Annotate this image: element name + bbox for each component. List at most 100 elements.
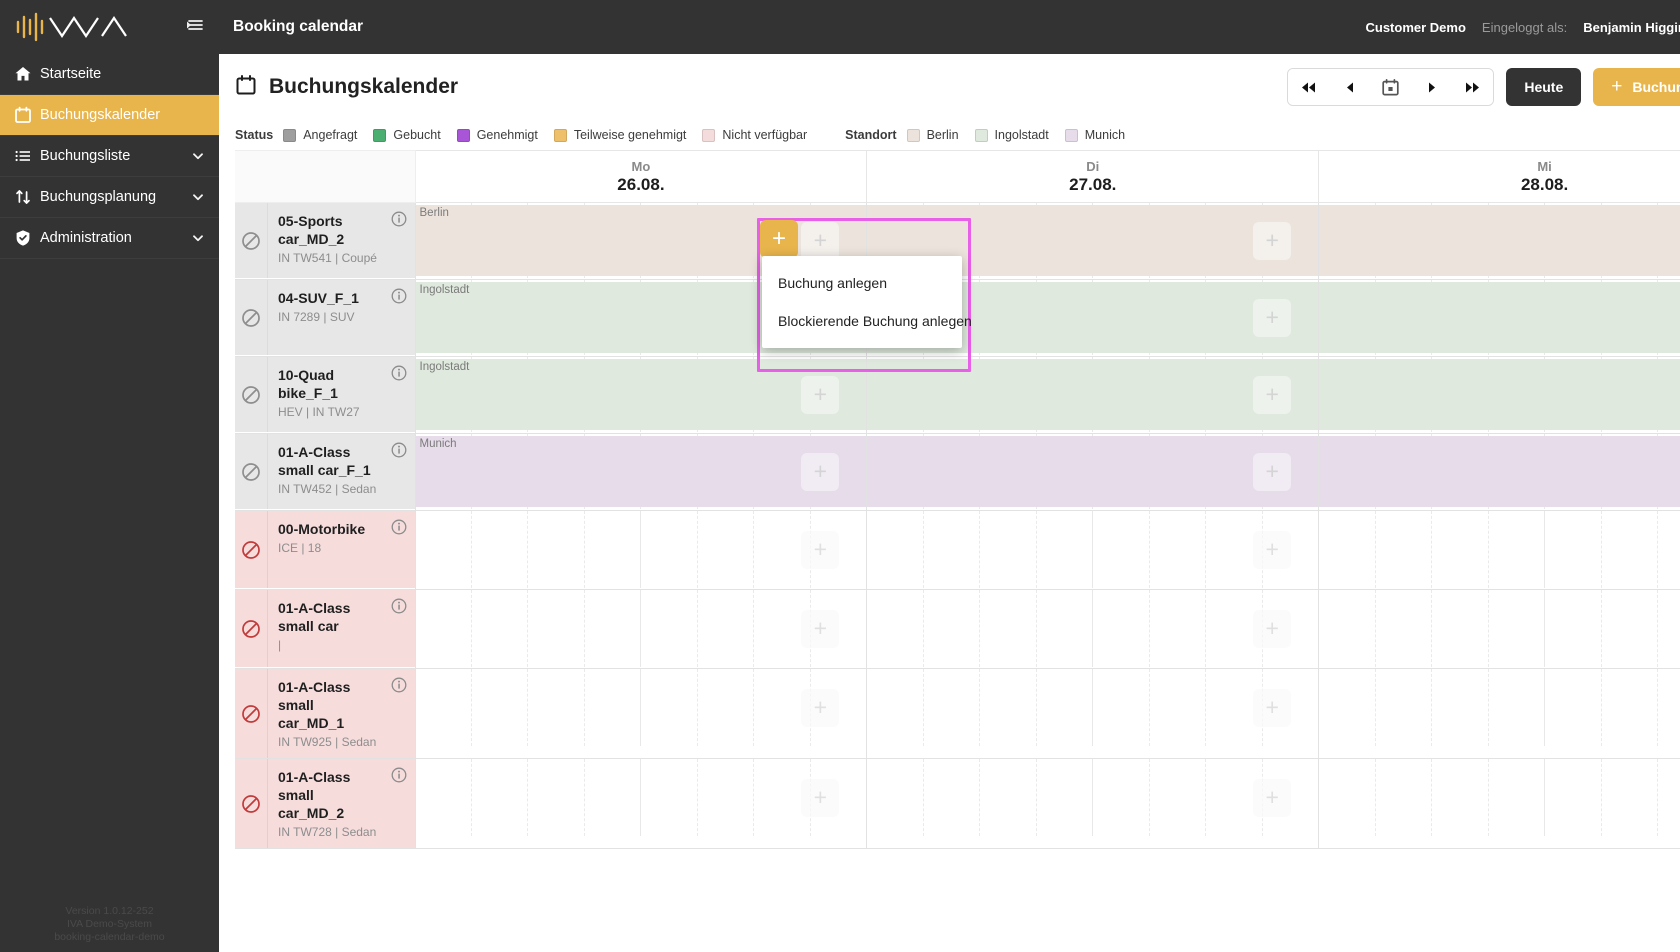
add-booking-cell-button[interactable]: + — [1253, 609, 1292, 648]
calendar-day-cell[interactable]: + — [866, 668, 1320, 759]
info-icon[interactable] — [391, 365, 407, 386]
calendar-day-cell[interactable]: + — [1318, 589, 1680, 669]
legend-status-teilweise-genehmigt[interactable]: Teilweise genehmigt — [553, 128, 686, 142]
sidebar-item-startseite[interactable]: Startseite — [0, 54, 219, 94]
location-label: Ingolstadt — [419, 361, 470, 373]
legend-status-nicht-verf-gbar[interactable]: Nicht verfügbar — [702, 128, 807, 142]
add-booking-cell-button[interactable]: + — [1253, 530, 1292, 569]
plus-icon: + — [771, 225, 786, 252]
calendar-day-cell[interactable]: + — [1318, 433, 1680, 511]
date-picker-button[interactable] — [1370, 69, 1412, 105]
add-booking-cell-button[interactable]: + — [801, 221, 840, 260]
legend-label: Munich — [1084, 128, 1126, 142]
calendar-day-cell[interactable]: + — [1318, 668, 1680, 759]
availability-band[interactable] — [1319, 205, 1680, 276]
add-booking-cell-button[interactable]: + — [801, 375, 840, 414]
sidebar-item-buchungsplanung[interactable]: Buchungsplanung — [0, 177, 219, 217]
calendar-day-cell[interactable]: + — [1318, 356, 1680, 434]
sidebar-item-label: Startseite — [40, 66, 102, 82]
topbar-right: Customer Demo Eingeloggt als: Benjamin H… — [1366, 16, 1680, 39]
info-icon[interactable] — [391, 288, 407, 309]
context-menu-item-create-blocking-booking[interactable]: Blockierende Buchung anlegen — [762, 302, 972, 340]
chevron-down-icon[interactable] — [191, 231, 205, 245]
legend-location-ingolstadt[interactable]: Ingolstadt — [974, 128, 1049, 142]
legend-status-genehmigt[interactable]: Genehmigt — [456, 128, 538, 142]
active-add-cell-button[interactable]: + — [760, 220, 798, 258]
context-menu-item-create-booking[interactable]: Buchung anlegen — [762, 264, 962, 302]
info-icon[interactable] — [391, 442, 407, 463]
next-button[interactable] — [1411, 69, 1453, 105]
availability-band[interactable] — [867, 436, 1319, 507]
resource-cell: 05-Sports car_MD_2 IN TW541 | Coupé — [235, 202, 416, 280]
info-icon[interactable] — [391, 767, 407, 788]
calendar-day-cell[interactable]: Ingolstadt + — [414, 356, 868, 434]
calendar-day-cell[interactable]: + — [866, 433, 1320, 511]
legend-status-angefragt[interactable]: Angefragt — [283, 128, 357, 142]
next-fast-button[interactable] — [1452, 69, 1494, 105]
add-booking-cell-button[interactable]: + — [801, 688, 840, 727]
add-booking-cell-button[interactable]: + — [1253, 298, 1292, 337]
legend-label: Genehmigt — [476, 128, 538, 142]
calendar-day-cell[interactable]: + — [1318, 510, 1680, 590]
no-entry-icon[interactable] — [235, 511, 268, 588]
availability-band[interactable] — [1319, 282, 1680, 353]
add-booking-cell-button[interactable]: + — [1253, 688, 1292, 727]
collapse-sidebar-icon[interactable] — [185, 16, 205, 39]
availability-band[interactable]: Munich — [415, 436, 867, 507]
hour-gridlines — [867, 669, 1318, 746]
calendar-day-cell[interactable]: + — [1318, 202, 1680, 280]
sidebar-item-buchungskalender[interactable]: Buchungskalender — [0, 95, 219, 135]
calendar-day-cell[interactable]: + — [866, 356, 1320, 434]
info-icon[interactable] — [391, 677, 407, 698]
sidebar-item-administration[interactable]: Administration — [0, 218, 219, 258]
availability-band[interactable] — [1319, 436, 1680, 507]
chevron-down-icon[interactable] — [191, 149, 205, 163]
legend-label: Ingolstadt — [994, 128, 1049, 142]
calendar-corner — [235, 150, 416, 203]
prev-fast-button[interactable] — [1288, 69, 1330, 105]
calendar-resource-row: 01-A-Class small car | + + + — [235, 589, 1680, 669]
add-booking-cell-button[interactable]: + — [1253, 221, 1292, 260]
no-entry-icon[interactable] — [235, 759, 268, 848]
no-entry-icon[interactable] — [235, 434, 268, 509]
calendar-day-cell[interactable]: + — [866, 758, 1320, 849]
availability-band[interactable]: Ingolstadt — [415, 359, 867, 430]
calendar-day-cell[interactable]: + — [866, 589, 1320, 669]
add-booking-cell-button[interactable]: + — [801, 530, 840, 569]
legend-location-munich[interactable]: Munich — [1064, 128, 1126, 142]
availability-band[interactable] — [1319, 359, 1680, 430]
info-icon[interactable] — [391, 519, 407, 540]
resource-subtitle: ICE | 18 — [278, 541, 322, 555]
page-title-text: Buchungskalender — [269, 75, 459, 98]
calendar-day-cell[interactable]: + — [414, 589, 868, 669]
no-entry-icon[interactable] — [235, 590, 268, 667]
today-button[interactable]: Heute — [1506, 68, 1582, 106]
add-booking-cell-button[interactable]: + — [1253, 375, 1292, 414]
legend-location-berlin[interactable]: Berlin — [906, 128, 959, 142]
no-entry-icon[interactable] — [235, 669, 268, 758]
no-entry-icon[interactable] — [235, 203, 268, 278]
add-booking-cell-button[interactable]: + — [1253, 452, 1292, 491]
calendar-day-cell[interactable]: + — [414, 668, 868, 759]
availability-band[interactable] — [867, 359, 1319, 430]
add-booking-cell-button[interactable]: + — [801, 452, 840, 491]
add-booking-cell-button[interactable]: + — [801, 609, 840, 648]
info-icon[interactable] — [391, 598, 407, 619]
chevron-down-icon[interactable] — [191, 190, 205, 204]
calendar-day-cell[interactable]: + — [1318, 279, 1680, 357]
legend-status-gebucht[interactable]: Gebucht — [373, 128, 441, 142]
no-entry-icon[interactable] — [235, 280, 268, 355]
add-booking-button[interactable]: + Buchung — [1593, 68, 1680, 106]
calendar-day-cell[interactable]: + — [1318, 758, 1680, 849]
prev-button[interactable] — [1329, 69, 1371, 105]
calendar-day-cell[interactable]: + — [414, 510, 868, 590]
calendar-day-cell[interactable]: + — [414, 758, 868, 849]
add-booking-cell-button[interactable]: + — [801, 778, 840, 817]
customer-name: Customer Demo — [1365, 19, 1466, 35]
info-icon[interactable] — [391, 211, 407, 232]
calendar-day-cell[interactable]: Munich + — [414, 433, 868, 511]
sidebar-item-buchungsliste[interactable]: Buchungsliste — [0, 136, 219, 176]
no-entry-icon[interactable] — [235, 357, 268, 432]
calendar-day-cell[interactable]: + — [866, 510, 1320, 590]
add-booking-cell-button[interactable]: + — [1253, 778, 1292, 817]
